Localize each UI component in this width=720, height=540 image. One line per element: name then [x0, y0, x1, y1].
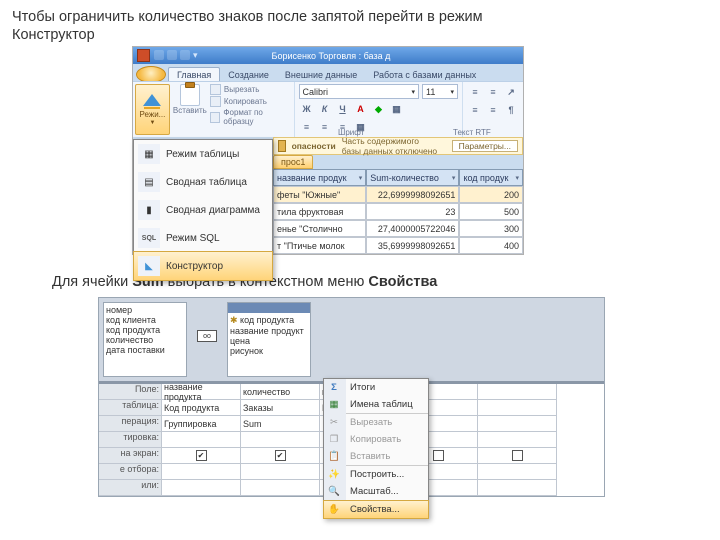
table-fieldlist-2[interactable]: ✱ код продукта название продуктценарисун… — [227, 302, 311, 377]
qbe-row-label: Поле: — [99, 384, 161, 400]
group-label-font: Шрифт — [338, 128, 364, 137]
qbe-column[interactable] — [478, 384, 557, 496]
font-size-select[interactable]: 11▾ — [422, 84, 458, 99]
qbe-row-label: е отбора: — [99, 464, 161, 480]
qbe-column[interactable]: название продуктаКод продуктаГруппировка… — [162, 384, 241, 496]
font-name-select[interactable]: Calibri▾ — [299, 84, 419, 99]
tab-home[interactable]: Главная — [168, 67, 220, 81]
cut-button[interactable]: Вырезать — [210, 84, 292, 95]
ctx-totals[interactable]: ΣИтоги — [324, 379, 428, 396]
view-mode-menu: ▦Режим таблицы ▤Сводная таблица ▮Сводная… — [133, 139, 273, 281]
scissors-icon: ✂ — [327, 416, 341, 430]
brush-icon — [210, 112, 221, 123]
paste-button[interactable]: Вставить — [174, 84, 206, 135]
menu-sql-view[interactable]: SQLРежим SQL — [134, 224, 272, 252]
qbe-row-label: таблица: — [99, 400, 161, 416]
qbe-row-label: перация: — [99, 416, 161, 432]
ctx-build[interactable]: ✨Построить... — [324, 466, 428, 483]
show-checkbox[interactable]: ✔ — [196, 450, 207, 461]
check-icon: ▦ — [327, 398, 341, 412]
copy-icon — [210, 96, 221, 107]
sql-icon: SQL — [138, 228, 160, 248]
align-left-button[interactable]: ≡ — [299, 119, 315, 135]
pivot-chart-icon: ▮ — [138, 200, 160, 220]
sigma-icon: Σ — [327, 381, 341, 395]
table-row[interactable]: феты "Южные"22,6999998092651200 — [273, 186, 523, 203]
qbe-row-label: или: — [99, 480, 161, 496]
ribbon: Режи... ▼ Вставить Вырезать Копировать Ф… — [133, 81, 523, 137]
show-checkbox[interactable] — [433, 450, 444, 461]
access-logo-icon — [137, 49, 150, 62]
table-row[interactable]: т "Птичье молок35,6999998092651400 — [273, 237, 523, 254]
menu-design-view[interactable]: ◣Конструктор — [133, 251, 273, 281]
design-icon: ◣ — [138, 256, 160, 276]
datasheet-icon: ▦ — [138, 144, 160, 164]
instruction-1: Чтобы ограничить количество знаков после… — [12, 8, 708, 44]
ctx-copy[interactable]: ❐Копировать — [324, 431, 428, 448]
window-titlebar: ▾ Борисенко Торговля : база д — [133, 47, 523, 64]
tab-external[interactable]: Внешние данные — [277, 68, 365, 81]
context-menu: ΣИтоги ▦Имена таблиц ✂Вырезать ❐Копирова… — [323, 378, 429, 519]
col-header-name[interactable]: название продук▾ — [273, 169, 366, 186]
table-row[interactable]: енье "Столично27,4000005722046300 — [273, 220, 523, 237]
query-tab: прос1 — [273, 155, 523, 169]
qbe-row-label: тировка: — [99, 432, 161, 448]
qbe-row-label: на экран: — [99, 448, 161, 464]
menu-pivot-chart[interactable]: ▮Сводная диаграмма — [134, 196, 272, 224]
bold-button[interactable]: Ж — [299, 101, 315, 117]
query-result-grid: название продук▾ Sum-количество▾ код про… — [273, 169, 523, 254]
ribbon-tabs: Главная Создание Внешние данные Работа с… — [133, 64, 523, 81]
menu-datasheet-view[interactable]: ▦Режим таблицы — [134, 140, 272, 168]
access-ribbon-screenshot: ▾ Борисенко Торговля : база д Главная Со… — [132, 46, 524, 255]
cut-icon — [210, 84, 221, 95]
gridlines-button[interactable]: ▦ — [389, 101, 405, 117]
paste-icon: 📋 — [327, 450, 341, 464]
ctx-table-names[interactable]: ▦Имена таблиц — [324, 396, 428, 413]
relationship-pane: номеркод клиентакод продуктаколичествода… — [99, 298, 604, 382]
fill-color-button[interactable]: ◆ — [371, 101, 387, 117]
font-color-button[interactable]: A — [353, 101, 369, 117]
pivot-table-icon: ▤ — [138, 172, 160, 192]
align-center-button[interactable]: ≡ — [317, 119, 333, 135]
show-checkbox[interactable] — [512, 450, 523, 461]
security-warning-bar: опасности Часть содержимого базы данных … — [273, 137, 523, 155]
table-row[interactable]: тила фруктовая23500 — [273, 203, 523, 220]
tab-create[interactable]: Создание — [220, 68, 277, 81]
relationship-link-icon: оо — [197, 330, 217, 342]
copy-button[interactable]: Копировать — [210, 96, 292, 107]
copy-icon: ❐ — [327, 433, 341, 447]
shield-icon — [278, 140, 286, 152]
zoom-icon: 🔍 — [327, 485, 341, 499]
qbe-column[interactable]: количествоЗаказыSum✔ — [241, 384, 320, 496]
ctx-cut[interactable]: ✂Вырезать — [324, 414, 428, 431]
table-fieldlist-1[interactable]: номеркод клиентакод продуктаколичествода… — [103, 302, 187, 377]
wand-icon: ✨ — [327, 468, 341, 482]
ctx-properties[interactable]: ✋Свойства... — [323, 500, 429, 519]
properties-icon: ✋ — [327, 503, 341, 517]
col-header-code[interactable]: код продук▾ — [459, 169, 523, 186]
format-painter-button[interactable]: Формат по образцу — [210, 108, 292, 126]
underline-button[interactable]: Ч — [335, 101, 351, 117]
view-mode-button[interactable]: Режи... ▼ — [135, 84, 170, 135]
warning-options-button[interactable]: Параметры... — [452, 140, 518, 152]
italic-button[interactable]: К — [317, 101, 333, 117]
show-checkbox[interactable]: ✔ — [275, 450, 286, 461]
ctx-zoom[interactable]: 🔍Масштаб... — [324, 483, 428, 500]
group-label-rtf: Текст RTF — [453, 128, 491, 137]
query-design-screenshot: номеркод клиентакод продуктаколичествода… — [98, 297, 605, 497]
menu-pivot-table[interactable]: ▤Сводная таблица — [134, 168, 272, 196]
col-header-sum[interactable]: Sum-количество▾ — [366, 169, 459, 186]
ctx-paste[interactable]: 📋Вставить — [324, 448, 428, 465]
tab-dbtools[interactable]: Работа с базами данных — [365, 68, 484, 81]
